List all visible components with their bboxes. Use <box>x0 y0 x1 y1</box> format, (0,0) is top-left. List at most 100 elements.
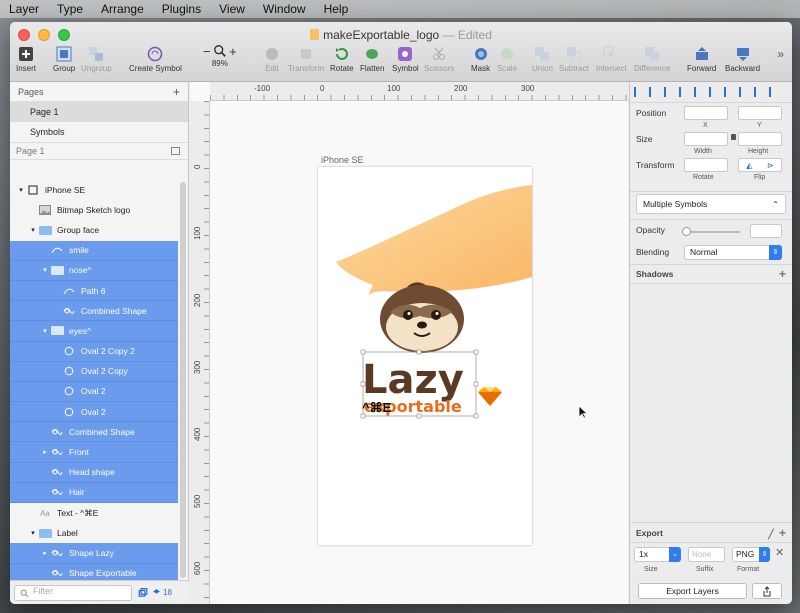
tidy-icon[interactable] <box>754 87 764 97</box>
add-page-icon[interactable]: + <box>173 85 180 99</box>
artboard-title[interactable]: iPhone SE <box>321 155 364 165</box>
intersect-button[interactable]: Intersect <box>596 46 627 73</box>
remove-export-icon[interactable]: ✕ <box>775 546 784 559</box>
layer-row[interactable]: Path 6 <box>10 280 178 302</box>
menu-window[interactable]: Window <box>254 2 315 16</box>
layer-row[interactable]: Aa Text - ^⌘E <box>10 503 178 523</box>
flip-vertical-icon[interactable]: ⊳ <box>767 161 774 170</box>
ruler-horizontal[interactable]: -100 0 100 200 300 <box>210 82 628 101</box>
create-symbol-button[interactable]: Create Symbol <box>129 46 182 73</box>
ungroup-button[interactable]: Ungroup <box>81 46 112 73</box>
layer-row[interactable]: Combined Shape <box>10 301 178 322</box>
layer-row[interactable]: ▾ Label <box>10 523 178 543</box>
add-export-icon[interactable]: + <box>779 526 786 540</box>
difference-button[interactable]: Difference <box>634 46 670 73</box>
page-item[interactable]: Symbols <box>10 122 188 142</box>
zoom-out-button[interactable]: − <box>203 44 211 59</box>
rotate-button[interactable]: Rotate <box>330 46 354 73</box>
menu-plugins[interactable]: Plugins <box>153 2 210 16</box>
group-button[interactable]: Group <box>53 46 75 73</box>
layer-row[interactable]: Oval 2 <box>10 381 178 403</box>
disclosure-arrow-icon[interactable]: ▾ <box>28 226 38 234</box>
align-bottom-icon[interactable] <box>709 87 719 97</box>
artboard[interactable]: Lazy exportable <box>318 167 532 545</box>
scale-button[interactable]: Scale <box>497 46 517 73</box>
collapse-pages-icon[interactable] <box>171 147 180 155</box>
layer-row[interactable]: Oval 2 Copy <box>10 361 178 382</box>
disclosure-arrow-icon[interactable]: ▾ <box>40 327 50 335</box>
forward-button[interactable]: Forward <box>687 46 716 73</box>
menu-help[interactable]: Help <box>315 2 358 16</box>
layer-row[interactable]: Shape Exportable <box>10 563 178 580</box>
symbol-select[interactable]: Multiple Symbols ⌃ <box>636 194 786 214</box>
layer-row[interactable]: ▾ nose^ <box>10 260 178 281</box>
share-button[interactable] <box>752 583 782 599</box>
symbol-button[interactable]: Symbol <box>392 46 419 73</box>
ruler-vertical[interactable]: 0 100 200 300 400 500 600 <box>190 101 210 604</box>
layer-row[interactable]: Hair <box>10 482 178 503</box>
rotate-field[interactable] <box>684 158 728 172</box>
export-format-select[interactable]: PNG ⇕ <box>732 547 770 562</box>
sloth-face[interactable] <box>380 282 464 353</box>
zeppelin-shape[interactable] <box>336 185 532 295</box>
flip-horizontal-icon[interactable]: ◭ <box>746 161 752 170</box>
layer-row[interactable]: ▸ Shape Lazy <box>10 543 178 564</box>
opacity-field[interactable] <box>750 224 782 238</box>
layer-row[interactable]: ▸ Front <box>10 442 178 463</box>
add-shadow-icon[interactable]: + <box>779 267 786 281</box>
align-center-icon[interactable] <box>649 87 659 97</box>
align-right-icon[interactable] <box>664 87 674 97</box>
export-scale-select[interactable]: 1x ⌄ <box>634 547 681 562</box>
width-field[interactable] <box>684 132 728 146</box>
distribute-horizontal-icon[interactable] <box>724 87 734 97</box>
y-field[interactable] <box>738 106 782 120</box>
align-left-icon[interactable] <box>634 87 644 97</box>
layer-row[interactable]: Bitmap Sketch logo <box>10 200 178 220</box>
disclosure-arrow-icon[interactable]: ▸ <box>40 549 50 557</box>
mask-button[interactable]: Mask <box>471 46 490 73</box>
symbols-filter-icon[interactable] <box>138 587 148 598</box>
layer-row[interactable]: ▾ eyes^ <box>10 321 178 342</box>
opacity-slider[interactable] <box>682 227 740 236</box>
slice-knife-icon[interactable]: ╱ <box>768 529 773 539</box>
opacity-slider-knob[interactable] <box>682 227 691 236</box>
layer-row[interactable]: Oval 2 <box>10 402 178 423</box>
layer-row[interactable]: Head shape <box>10 462 178 483</box>
zoom-control[interactable]: − + 89% <box>203 44 237 68</box>
filter-input[interactable]: Filter <box>14 584 132 601</box>
scissors-button[interactable]: Scissors <box>424 46 454 73</box>
layer-row[interactable]: Combined Shape <box>10 422 178 443</box>
shortcut-text-layer[interactable]: ^⌘E <box>362 400 391 416</box>
export-suffix-input[interactable]: None <box>688 547 725 562</box>
layer-row[interactable]: smile <box>10 240 178 261</box>
disclosure-arrow-icon[interactable]: ▾ <box>28 529 38 537</box>
disclosure-arrow-icon[interactable]: ▾ <box>40 266 50 274</box>
disclosure-arrow-icon[interactable]: ▸ <box>40 448 50 456</box>
menu-type[interactable]: Type <box>48 2 92 16</box>
distribute-vertical-icon[interactable] <box>739 87 749 97</box>
align-to-pixel-icon[interactable] <box>769 87 779 97</box>
edit-button[interactable]: Edit <box>264 46 280 73</box>
height-field[interactable] <box>738 132 782 146</box>
layer-list-scrollbar[interactable] <box>180 182 186 578</box>
sketch-diamond-icon[interactable] <box>478 387 502 406</box>
flip-buttons[interactable]: ◭ ⊳ <box>738 158 782 172</box>
menu-layer[interactable]: Layer <box>0 2 48 16</box>
flatten-button[interactable]: Flatten <box>360 46 384 73</box>
menu-arrange[interactable]: Arrange <box>92 2 153 16</box>
layer-row[interactable]: ▾ iPhone SE <box>10 180 178 200</box>
union-button[interactable]: Union <box>532 46 553 73</box>
toolbar-overflow-icon[interactable]: » <box>777 47 784 61</box>
blending-select[interactable]: Normal ⇕ <box>684 245 782 260</box>
transform-button[interactable]: Transform <box>288 46 324 73</box>
layer-row[interactable]: Oval 2 Copy 2 <box>10 341 178 362</box>
align-middle-icon[interactable] <box>694 87 704 97</box>
insert-button[interactable]: Insert <box>16 46 36 73</box>
disclosure-arrow-icon[interactable]: ▾ <box>16 186 26 194</box>
x-field[interactable] <box>684 106 728 120</box>
lock-ratio-icon[interactable] <box>731 134 736 140</box>
menu-view[interactable]: View <box>210 2 254 16</box>
backward-button[interactable]: Backward <box>725 46 760 73</box>
layer-row[interactable]: ▾ Group face <box>10 220 178 240</box>
align-top-icon[interactable] <box>679 87 689 97</box>
